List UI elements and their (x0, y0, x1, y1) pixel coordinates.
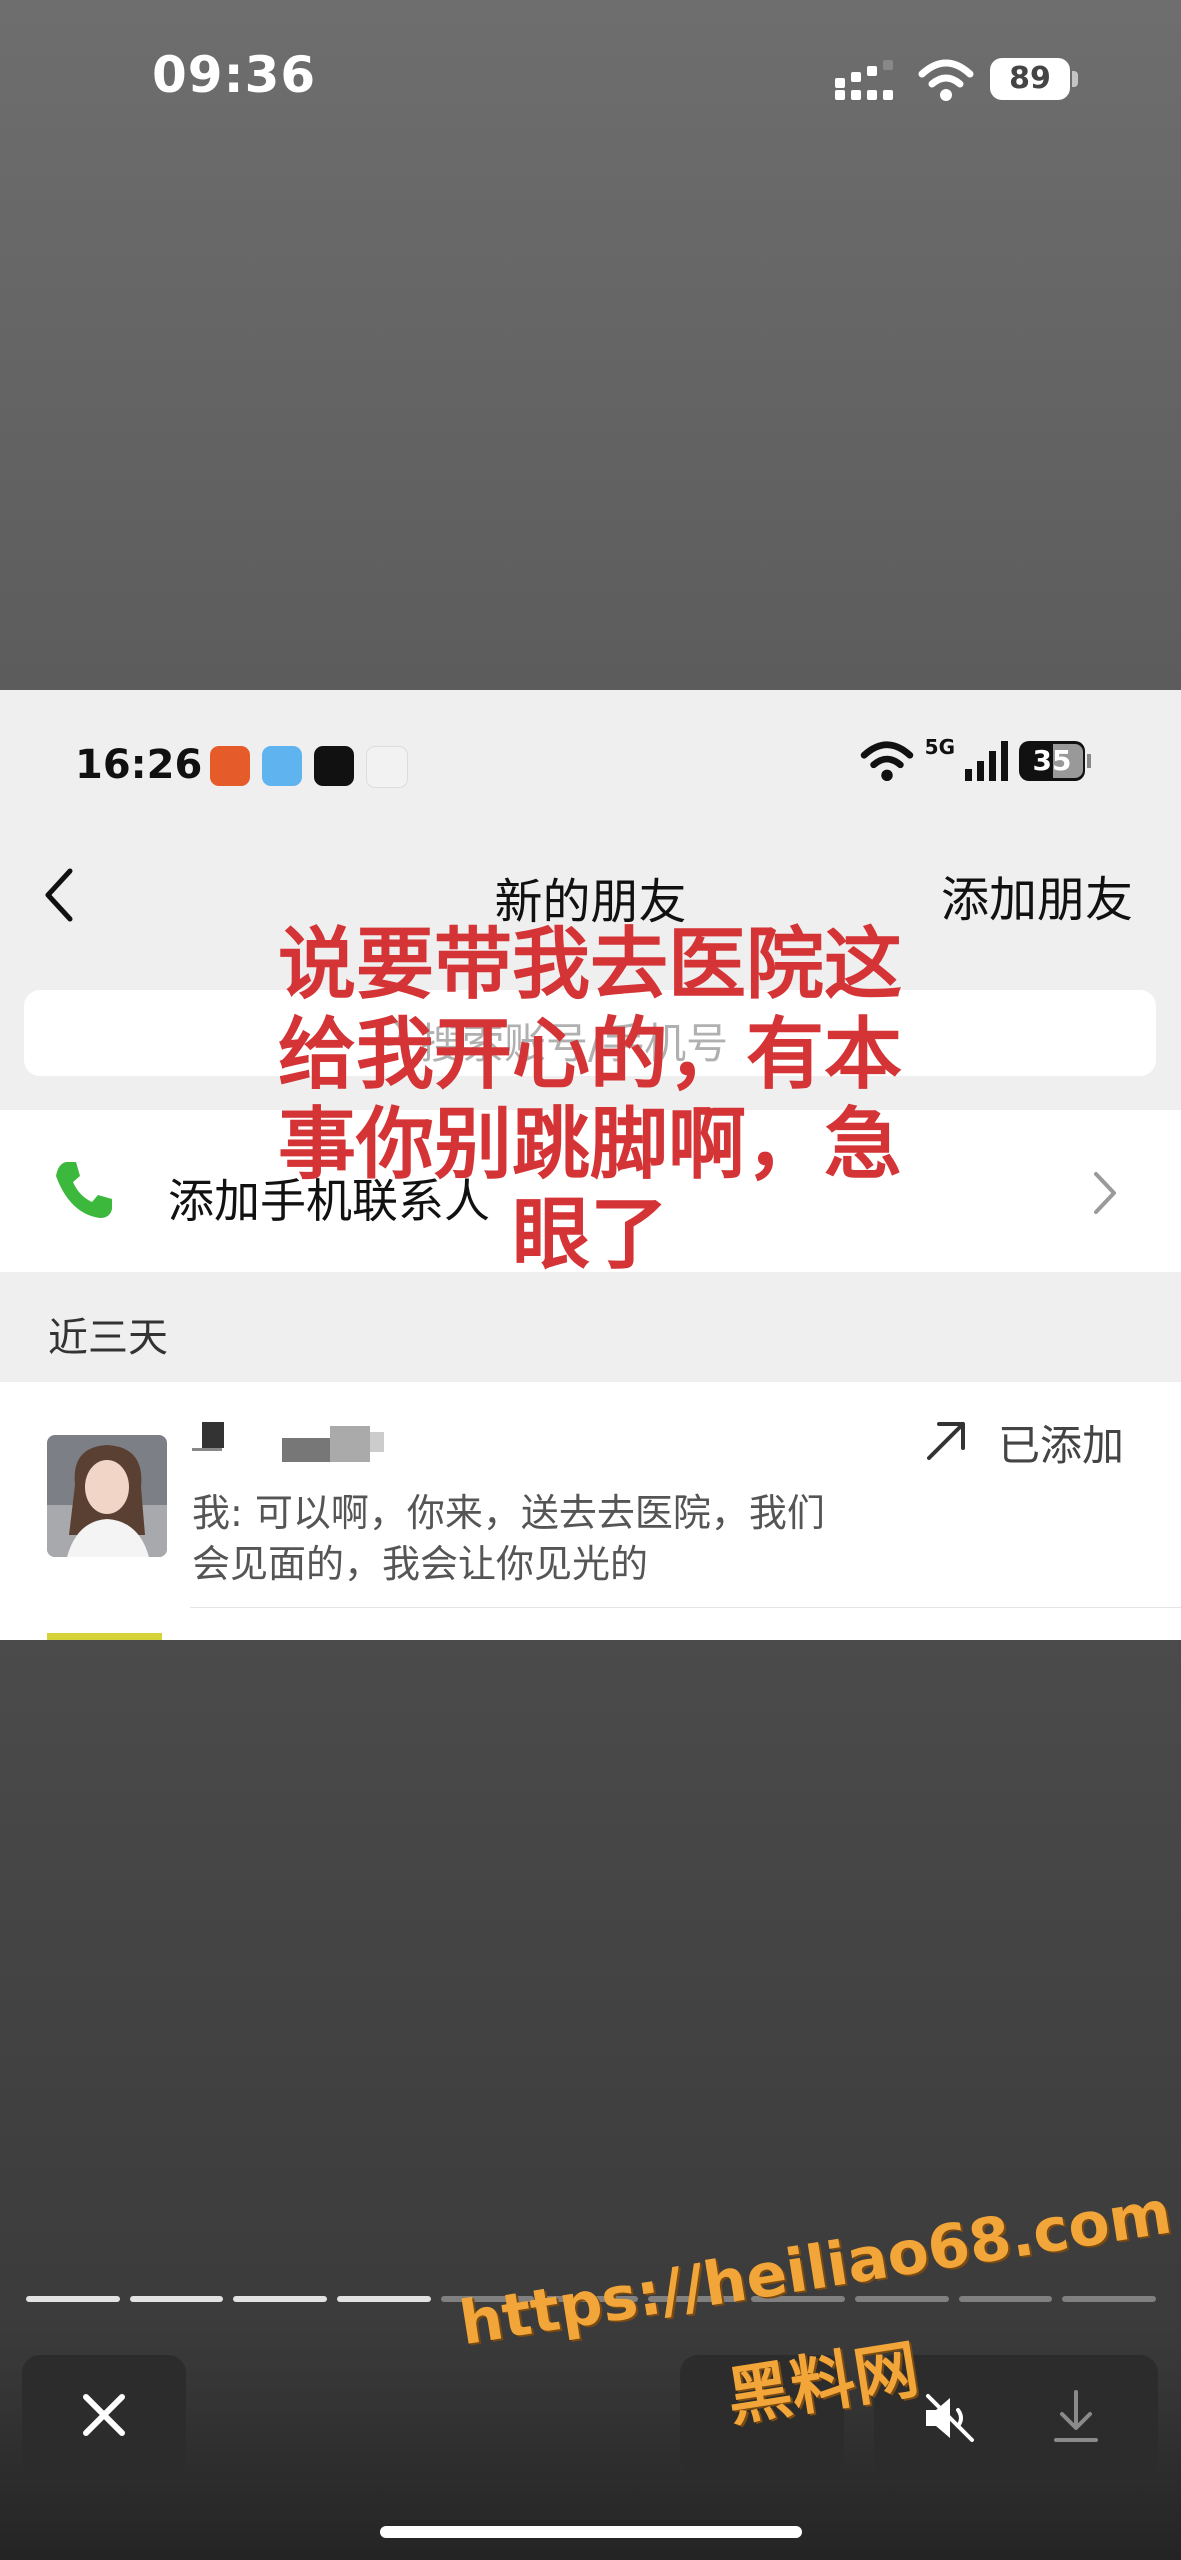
next-avatar-partial (47, 1633, 162, 1640)
caption-line-2: 给我开心的，有本 (277, 1010, 902, 1100)
battery-icon: 89 (990, 58, 1080, 100)
signal-icon (835, 60, 893, 100)
progress-segment (855, 2296, 949, 2302)
tiktok-app-icon (314, 746, 354, 786)
overlay-caption: 说要带我去医院这 给我开心的，有本 事你别跳脚啊，急 眼了 (270, 920, 910, 1280)
arrow-up-right-icon (927, 1422, 965, 1460)
caption-line-3: 事你别跳脚啊，急 (277, 1100, 902, 1190)
battery-level: 89 (1009, 61, 1051, 96)
friend-name-redacted (192, 1418, 432, 1474)
weather-app-icon (262, 746, 302, 786)
wifi-icon (860, 741, 913, 782)
progress-segment (233, 2296, 327, 2302)
close-button[interactable] (22, 2355, 186, 2475)
signal-icon (965, 741, 1008, 781)
mute-icon[interactable] (920, 2390, 980, 2446)
section-header: 近三天 (48, 1315, 168, 1361)
progress-segment (129, 2296, 224, 2302)
home-indicator (380, 2526, 802, 2538)
progress-segment (958, 2296, 1053, 2302)
inner-status-right: 5G 35 (859, 735, 1091, 782)
phone-icon (56, 1162, 112, 1218)
chevron-right-icon (1094, 1172, 1116, 1214)
progress-segment (1062, 2296, 1156, 2302)
progress-segment (26, 2296, 120, 2302)
caption-line-4: 眼了 (511, 1190, 668, 1280)
progress-segment (336, 2296, 431, 2302)
status-time: 09:36 (152, 46, 317, 104)
divider (190, 1607, 1181, 1608)
close-icon (83, 2394, 125, 2436)
battery-icon: 35 (1019, 741, 1091, 781)
inner-status-time: 16:26 (75, 742, 203, 788)
battery-level: 35 (1032, 744, 1072, 777)
friend-message-line-2: 会见面的，我会让你见光的 (192, 1542, 649, 1586)
wifi-icon (918, 59, 974, 101)
friend-message-line-1: 我: 可以啊，你来，送去去医院，我们 (192, 1491, 825, 1535)
app-notification-icon (210, 746, 250, 786)
add-friend-button[interactable]: 添加朋友 (941, 860, 1133, 930)
oppo-app-icon (366, 746, 408, 788)
caption-line-1: 说要带我去医院这 (277, 920, 902, 1010)
network-type: 5G (924, 735, 955, 759)
avatar (47, 1435, 167, 1557)
download-icon[interactable] (1050, 2388, 1102, 2446)
added-status: 已添加 (998, 1421, 1125, 1470)
